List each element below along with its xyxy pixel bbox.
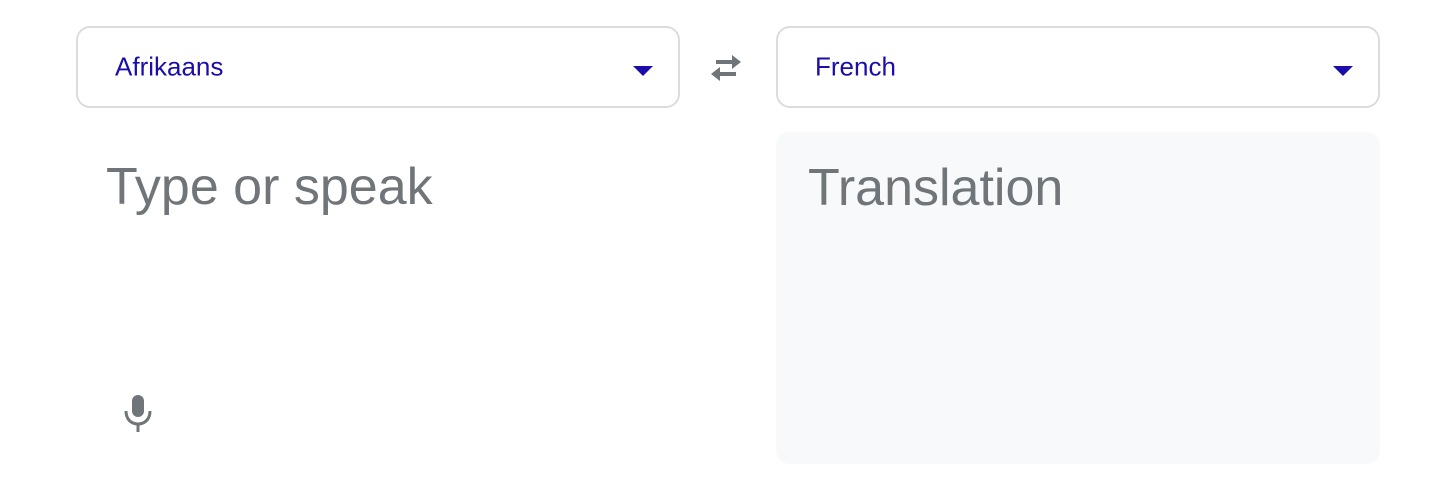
microphone-button[interactable] [116, 390, 160, 436]
source-language-select[interactable]: Afrikaans [76, 26, 680, 108]
target-language-select[interactable]: French [776, 26, 1380, 108]
microphone-icon [124, 395, 152, 432]
caret-down-icon [1333, 66, 1353, 76]
translation-output-area: Translation [776, 132, 1380, 464]
translation-placeholder: Translation [808, 159, 1064, 217]
swap-arrows-icon [711, 55, 741, 81]
source-language-label: Afrikaans [115, 51, 224, 82]
source-text-area [76, 132, 680, 464]
source-text-input[interactable] [106, 152, 666, 222]
caret-down-icon [633, 66, 653, 76]
swap-languages-button[interactable] [700, 44, 752, 92]
target-language-label: French [815, 51, 896, 82]
